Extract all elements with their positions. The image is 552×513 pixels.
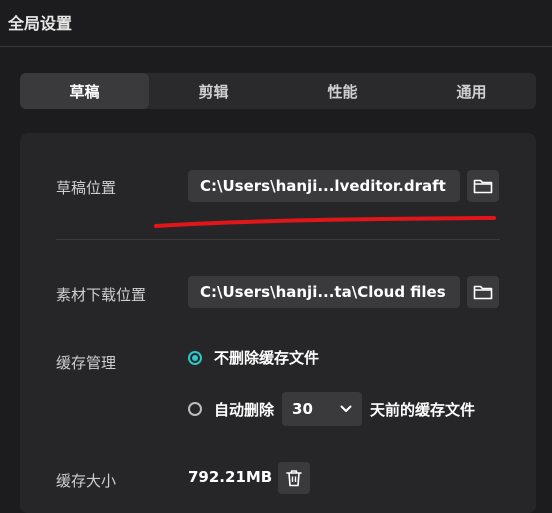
radio-checked-icon[interactable] [188,350,202,365]
material-location-label: 素材下载位置 [56,286,147,304]
cache-management-label: 缓存管理 [56,354,117,372]
folder-icon [473,179,493,194]
cache-size-value: 792.21MB [188,468,273,486]
trash-icon [286,470,302,487]
header-divider [0,46,552,47]
material-path-field[interactable]: C:\Users\hanji...ta\Cloud files [188,276,460,308]
clear-cache-button[interactable] [278,462,310,494]
radio-auto-delete-prefix: 自动删除 [214,400,275,419]
radio-unchecked-icon[interactable] [188,402,202,416]
draft-location-label: 草稿位置 [56,179,117,197]
days-select[interactable]: 30 [282,392,363,426]
radio-keep-cache-label: 不删除缓存文件 [214,349,320,367]
cache-size-label: 缓存大小 [56,472,117,490]
days-select-value: 30 [292,400,313,418]
radio-auto-delete[interactable]: 自动删除 30 天前的缓存文件 [188,392,475,426]
material-folder-button[interactable] [467,276,499,308]
window-title: 全局设置 [8,14,73,33]
section-divider [56,239,500,240]
tab-draft[interactable]: 草稿 [20,73,149,109]
folder-icon [473,285,493,300]
draft-folder-button[interactable] [467,170,499,202]
tab-bar: 草稿 剪辑 性能 通用 [20,73,536,109]
radio-auto-delete-suffix: 天前的缓存文件 [370,400,476,419]
tab-general[interactable]: 通用 [407,73,536,109]
red-annotation-underline [154,216,496,228]
draft-path-field[interactable]: C:\Users\hanji...lveditor.draft [188,170,460,202]
chevron-down-icon [340,405,352,412]
radio-keep-cache[interactable]: 不删除缓存文件 [188,347,319,368]
tab-edit[interactable]: 剪辑 [149,73,278,109]
tab-performance[interactable]: 性能 [278,73,407,109]
